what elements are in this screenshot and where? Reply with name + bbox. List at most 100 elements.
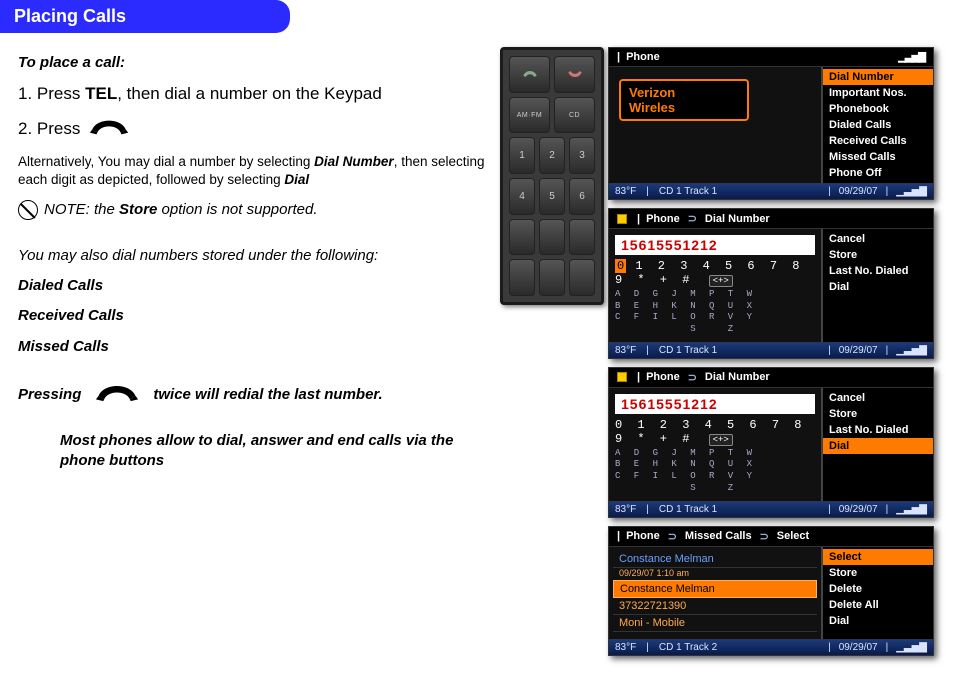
alpha-row: C F I L O R V Y (615, 312, 815, 324)
keypad-btn[interactable] (539, 219, 565, 256)
crumb-missed: Missed Calls (685, 530, 752, 542)
status-temp: 83°F (615, 504, 636, 515)
note-post: option is not supported. (157, 201, 317, 218)
enter-chip[interactable]: <+> (709, 434, 733, 446)
step1-bold: TEL (85, 84, 117, 103)
chevron-right-icon: ⊃ (688, 371, 697, 384)
signal-icon: ▁▃▅▇ (898, 52, 925, 63)
menu-item[interactable]: Store (823, 247, 933, 263)
keypad-btn[interactable] (569, 259, 595, 296)
status-bar: 83°F| CD 1 Track 1 |09/29/07|▁▃▅▇ (609, 501, 933, 517)
alpha-row: C F I L O R V Y (615, 471, 815, 483)
content: To place a call: 1. Press TEL, then dial… (0, 33, 954, 656)
carrier-line2: Wireles (629, 100, 739, 115)
note-bold: Store (119, 201, 157, 218)
enter-chip[interactable]: <+> (709, 275, 733, 287)
alpha-row: S Z (615, 483, 815, 495)
section-header: Placing Calls (0, 0, 290, 33)
list-item[interactable]: Constance Melman (613, 551, 817, 568)
crumb-dial: Dial Number (705, 213, 770, 225)
menu-item[interactable]: Dialed Calls (823, 117, 933, 133)
alpha-row: A D G J M P T W (615, 289, 815, 301)
keypad-btn[interactable] (539, 259, 565, 296)
keypad-4[interactable]: 4 (509, 178, 535, 215)
dial-menu: CancelStoreLast No. DialedDial (821, 229, 933, 342)
most-phones-note: Most phones allow to dial, answer and en… (18, 431, 478, 472)
alpha-row: S Z (615, 324, 815, 336)
indicator-icon (617, 214, 627, 224)
keypad-btn[interactable] (509, 219, 535, 256)
menu-item[interactable]: Phone Off (823, 165, 933, 181)
menu-item[interactable]: Important Nos. (823, 85, 933, 101)
status-date: 09/29/07 (839, 345, 878, 356)
keypad-cd-button[interactable]: CD (554, 97, 595, 134)
menu-item[interactable]: Received Calls (823, 133, 933, 149)
screen-titlebar: |Phone ⊃ Missed Calls ⊃ Select (609, 527, 933, 547)
list-item[interactable]: 37322721390 (613, 598, 817, 615)
menu-item[interactable]: Last No. Dialed (823, 422, 933, 438)
screen-dial-number-entry: |Phone ⊃ Dial Number 15615551212 0 1 2 3… (608, 208, 934, 359)
menu-item[interactable]: Store (823, 565, 933, 581)
menu-item[interactable]: Missed Calls (823, 149, 933, 165)
step2-text: 2. Press (18, 119, 80, 138)
status-date: 09/29/07 (839, 504, 878, 515)
keypad-1[interactable]: 1 (509, 137, 535, 174)
keypad-3[interactable]: 3 (569, 137, 595, 174)
note-pre: NOTE: (44, 201, 94, 218)
menu-item[interactable]: Delete All (823, 597, 933, 613)
alpha-grid: A D G J M P T W B E H K N Q U X C F I L … (615, 448, 815, 495)
keypad-2[interactable]: 2 (539, 137, 565, 174)
status-bar: 83°F | CD 1 Track 1 |09/29/07|▁▃▅▇ (609, 183, 933, 199)
menu-item[interactable]: Phonebook (823, 101, 933, 117)
list-item[interactable]: Moni - Mobile (613, 615, 817, 632)
menu-item[interactable]: Delete (823, 581, 933, 597)
status-temp: 83°F (615, 345, 636, 356)
screen-titlebar: |Phone ⊃ Dial Number (609, 368, 933, 388)
menu-item[interactable]: Store (823, 406, 933, 422)
menu-item[interactable]: Dial (823, 438, 933, 454)
phone-icon (95, 381, 139, 409)
may-also-text: You may also dial numbers stored under t… (18, 246, 500, 266)
keypad-5[interactable]: 5 (539, 178, 565, 215)
illustrations-column: AM·FM CD 123 456 |Phone ▁▃▅▇ Verizon (500, 33, 954, 656)
chevron-right-icon: ⊃ (668, 530, 677, 543)
keypad-hangup-button[interactable] (554, 56, 595, 93)
keypad-answer-button[interactable] (509, 56, 550, 93)
carrier-panel: Verizon Wireles (609, 67, 821, 183)
screen-dial-number-dial: |Phone ⊃ Dial Number 15615551212 0 1 2 3… (608, 367, 934, 518)
menu-item[interactable]: Dial (823, 613, 933, 629)
status-date: 09/29/07 (839, 642, 878, 653)
missed-calls-list: Constance Melman09/29/07 1:10 amConstanc… (609, 547, 821, 639)
status-bar: 83°F| CD 1 Track 2 |09/29/07|▁▃▅▇ (609, 639, 933, 655)
crumb-phone: Phone (646, 213, 680, 225)
keypad-btn[interactable] (569, 219, 595, 256)
menu-item[interactable]: Cancel (823, 390, 933, 406)
keypad-6[interactable]: 6 (569, 178, 595, 215)
missed-menu: SelectStoreDeleteDelete AllDial (821, 547, 933, 639)
keypad-amfm-button[interactable]: AM·FM (509, 97, 550, 134)
chevron-right-icon: ⊃ (688, 212, 697, 225)
step1-post: , then dial a number on the Keypad (117, 84, 382, 103)
crumb-phone: Phone (646, 371, 680, 383)
menu-item[interactable]: Last No. Dialed (823, 263, 933, 279)
screen-title: Phone (626, 51, 660, 63)
menu-item[interactable]: Dial (823, 279, 933, 295)
menu-item[interactable]: Dial Number (823, 69, 933, 85)
carrier-line1: Verizon (629, 85, 739, 100)
alpha-row: A D G J M P T W (615, 448, 815, 460)
indicator-icon (617, 372, 627, 382)
signal-icon: ▁▃▅▇ (896, 186, 927, 197)
digit-row[interactable]: 0 1 2 3 4 5 6 7 8 9 * + # <+> (615, 418, 815, 446)
menu-item[interactable]: Cancel (823, 231, 933, 247)
list-item[interactable]: Constance Melman (613, 580, 817, 598)
keypad-photo: AM·FM CD 123 456 (500, 47, 604, 305)
menu-item[interactable]: Select (823, 549, 933, 565)
digit-highlighted[interactable]: 0 (615, 259, 626, 273)
keypad-btn[interactable] (509, 259, 535, 296)
step-2: 2. Press (18, 116, 500, 143)
digit-row[interactable]: 0 1 2 3 4 5 6 7 8 9 * + # <+> (615, 259, 815, 287)
status-track: CD 1 Track 2 (659, 642, 717, 653)
alternative-instruction: Alternatively, You may dial a number by … (18, 153, 488, 189)
screen-missed-calls: |Phone ⊃ Missed Calls ⊃ Select Constance… (608, 526, 934, 656)
alpha-grid: A D G J M P T W B E H K N Q U X C F I L … (615, 289, 815, 336)
